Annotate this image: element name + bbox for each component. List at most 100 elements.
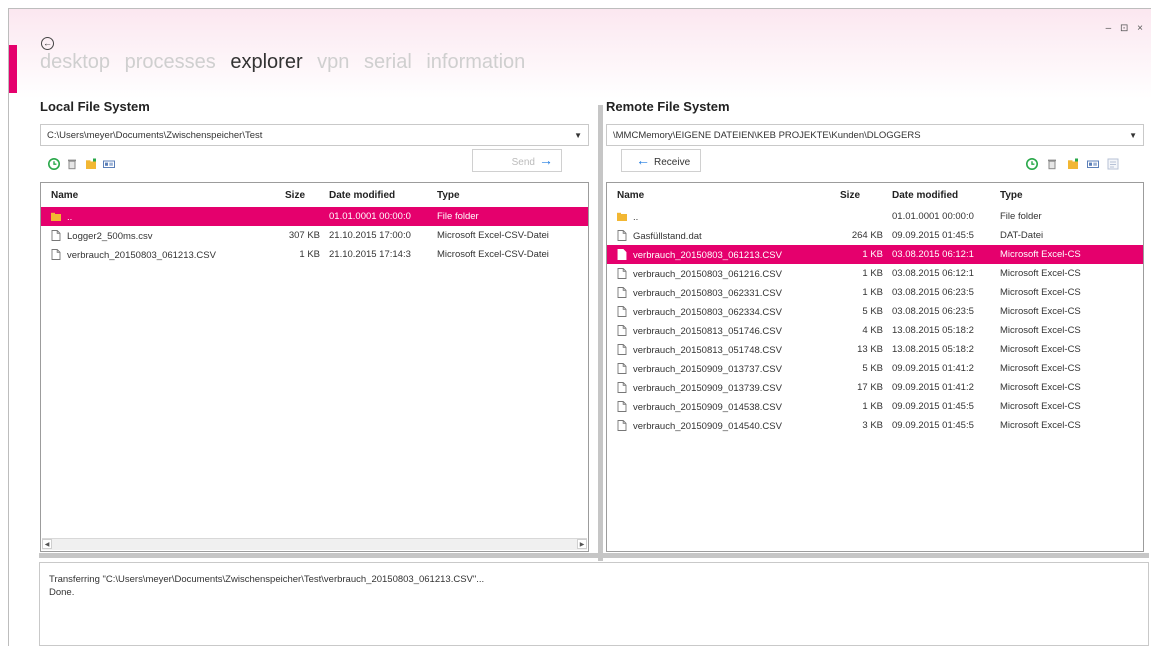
main-nav: desktop processes explorer vpn serial in… — [40, 51, 534, 74]
file-row[interactable]: verbrauch_20150909_014538.CSV 1 KB 09.09.2… — [607, 397, 1143, 416]
remote-header-row: Name Size Date modified Type — [607, 183, 1143, 207]
receive-button[interactable]: ← Receive — [621, 149, 701, 172]
chevron-down-icon: ▼ — [1129, 131, 1137, 140]
back-button[interactable]: ← — [41, 37, 54, 50]
file-size — [285, 207, 329, 226]
local-path-dropdown[interactable]: C:\Users\meyer\Documents\Zwischenspeiche… — [40, 124, 589, 146]
file-date: 01.01.0001 00:00:0 — [892, 211, 974, 222]
refresh-icon[interactable] — [48, 158, 60, 170]
delete-icon[interactable] — [1046, 158, 1058, 170]
vertical-splitter[interactable] — [598, 105, 603, 561]
file-date: 09.09.2015 01:45:5 — [892, 401, 974, 412]
local-col-name[interactable]: Name — [41, 183, 285, 207]
new-folder-icon[interactable] — [85, 158, 97, 170]
horizontal-splitter[interactable] — [39, 553, 1149, 558]
file-date: 21.10.2015 17:00:0 — [329, 230, 411, 241]
file-row[interactable]: .. 01.01.0001 00:00:0 File folder — [41, 207, 588, 226]
file-row[interactable]: .. 01.01.0001 00:00:0 File folder — [607, 207, 1143, 226]
file-size: 4 KB — [862, 325, 883, 336]
remote-col-name[interactable]: Name — [607, 183, 840, 207]
file-name: verbrauch_20150813_051746.CSV — [633, 325, 782, 337]
accent-bar — [9, 45, 17, 93]
file-row[interactable]: verbrauch_20150803_061213.CSV 1 KB 03.08.2… — [607, 245, 1143, 264]
file-icon — [617, 286, 627, 298]
file-name: .. — [67, 211, 73, 223]
remote-path-dropdown[interactable]: \MMCMemory\EIGENE DATEIEN\KEB PROJEKTE\K… — [606, 124, 1144, 146]
file-type: DAT-Datei — [1000, 230, 1044, 241]
scroll-left-icon[interactable]: ◀ — [42, 539, 52, 549]
file-name: verbrauch_20150909_013739.CSV — [633, 382, 782, 394]
tab-information[interactable]: information — [426, 51, 525, 73]
file-type: Microsoft Excel-CSV-Datei — [437, 230, 549, 241]
file-row[interactable]: verbrauch_20150803_062334.CSV 5 KB 03.08.2… — [607, 302, 1143, 321]
file-type: Microsoft Excel-CS — [1000, 245, 1143, 264]
remote-col-date[interactable]: Date modified — [892, 183, 1000, 207]
scroll-right-icon[interactable]: ▶ — [577, 539, 587, 549]
remote-col-type[interactable]: Type — [1000, 183, 1143, 207]
log-line: Transferring "C:\Users\meyer\Documents\Z… — [49, 574, 485, 585]
file-date: 03.08.2015 06:12:1 — [892, 268, 974, 279]
file-type: File folder — [1000, 211, 1042, 222]
file-size: 1 KB — [862, 401, 883, 412]
properties-icon[interactable] — [1107, 158, 1119, 170]
file-date: 13.08.2015 05:18:2 — [892, 325, 974, 336]
file-type: Microsoft Excel-CSV-Datei — [437, 249, 549, 260]
horizontal-scrollbar[interactable]: ◀ ▶ — [42, 538, 587, 550]
file-row[interactable]: verbrauch_20150803_062331.CSV 1 KB 03.08.2… — [607, 283, 1143, 302]
remote-file-list[interactable]: Name Size Date modified Type .. 01.01.000… — [606, 182, 1144, 552]
file-name: verbrauch_20150909_014538.CSV — [633, 401, 782, 413]
chevron-down-icon: ▼ — [574, 131, 582, 140]
send-label: Send — [511, 157, 535, 168]
tab-explorer[interactable]: explorer — [230, 51, 302, 73]
tab-desktop[interactable]: desktop — [40, 51, 110, 73]
file-size — [840, 207, 892, 226]
file-icon — [51, 248, 61, 260]
file-icon — [617, 248, 627, 260]
file-size: 5 KB — [862, 306, 883, 317]
new-folder-icon[interactable] — [1067, 158, 1079, 170]
local-col-date[interactable]: Date modified — [329, 183, 437, 207]
window-controls[interactable]: – ⊡ × — [1106, 23, 1146, 34]
local-col-size[interactable]: Size — [285, 183, 329, 207]
file-date: 03.08.2015 06:12:1 — [892, 245, 1000, 264]
delete-icon[interactable] — [66, 158, 78, 170]
file-icon — [617, 305, 627, 317]
file-type: Microsoft Excel-CS — [1000, 420, 1081, 431]
file-name: Logger2_500ms.csv — [67, 230, 153, 242]
local-col-type[interactable]: Type — [437, 183, 588, 207]
file-name: verbrauch_20150803_062331.CSV — [633, 287, 782, 299]
file-row[interactable]: verbrauch_20150909_013737.CSV 5 KB 09.09.2… — [607, 359, 1143, 378]
file-row[interactable]: verbrauch_20150803_061213.CSV 1 KB 21.10.2… — [41, 245, 588, 264]
file-size: 307 KB — [288, 230, 320, 241]
file-row[interactable]: verbrauch_20150803_061216.CSV 1 KB 03.08.2… — [607, 264, 1143, 283]
tab-serial[interactable]: serial — [364, 51, 412, 73]
remote-col-size[interactable]: Size — [840, 183, 892, 207]
arrow-right-icon: → — [539, 152, 553, 168]
file-size: 17 KB — [857, 382, 883, 393]
file-row[interactable]: verbrauch_20150813_051746.CSV 4 KB 13.08.2… — [607, 321, 1143, 340]
remote-pane-title: Remote File System — [606, 99, 730, 114]
file-name: verbrauch_20150803_061216.CSV — [633, 268, 782, 280]
file-name: verbrauch_20150803_061213.CSV — [67, 249, 216, 261]
rename-icon[interactable] — [103, 158, 115, 170]
file-row[interactable]: verbrauch_20150909_013739.CSV 17 KB 09.09.… — [607, 378, 1143, 397]
file-date: 13.08.2015 05:18:2 — [892, 344, 974, 355]
file-row[interactable]: verbrauch_20150909_014540.CSV 3 KB 09.09.2… — [607, 416, 1143, 435]
file-row[interactable]: Gasfüllstand.dat 264 KB 09.09.2015 01:45:5… — [607, 226, 1143, 245]
file-type: Microsoft Excel-CS — [1000, 363, 1081, 374]
file-type: Microsoft Excel-CS — [1000, 268, 1081, 279]
file-icon — [617, 381, 627, 393]
local-file-list[interactable]: Name Size Date modified Type .. 01.01.000… — [40, 182, 589, 552]
file-row[interactable]: Logger2_500ms.csv 307 KB 21.10.2015 17:00:… — [41, 226, 588, 245]
file-name: verbrauch_20150813_051748.CSV — [633, 344, 782, 356]
tab-vpn[interactable]: vpn — [317, 51, 349, 73]
tab-processes[interactable]: processes — [125, 51, 216, 73]
file-name: .. — [633, 211, 639, 223]
file-name: verbrauch_20150909_013737.CSV — [633, 363, 782, 375]
file-row[interactable]: verbrauch_20150813_051748.CSV 13 KB 13.08.… — [607, 340, 1143, 359]
app-window: – ⊡ × ← desktop processes explorer vpn s… — [8, 8, 1151, 646]
rename-icon[interactable] — [1087, 158, 1099, 170]
refresh-icon[interactable] — [1026, 158, 1038, 170]
send-button[interactable]: Send → — [472, 149, 562, 172]
file-size: 1 KB — [862, 287, 883, 298]
